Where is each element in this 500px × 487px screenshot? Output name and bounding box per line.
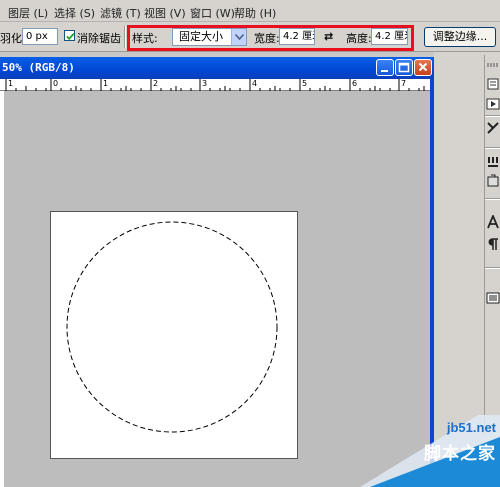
horizontal-ruler: 1 0 1 2 3 4 5 6 7 <box>0 79 434 91</box>
ruler-number: 4 <box>252 79 258 88</box>
ruler-number: 7 <box>401 79 407 88</box>
toolbar-separator <box>485 115 500 117</box>
layer-comps-icon[interactable] <box>486 291 500 305</box>
menu-help[interactable]: 帮助 (H) <box>234 5 276 21</box>
options-separator <box>124 26 126 48</box>
ruler-number: 1 <box>8 79 14 88</box>
ruler-number: 5 <box>302 79 308 88</box>
document-title: 50% (RGB/8) <box>2 61 75 74</box>
minimize-button[interactable] <box>376 59 394 76</box>
paragraph-panel-icon[interactable] <box>486 237 500 251</box>
document-titlebar[interactable]: 50% (RGB/8) <box>0 57 434 79</box>
circular-selection-marquee[interactable] <box>51 212 299 460</box>
menu-view[interactable]: 视图 (V) <box>144 5 186 21</box>
clone-source-icon[interactable] <box>486 174 500 188</box>
palette-grip-icon <box>486 58 500 72</box>
antialias-label: 消除锯齿 <box>77 32 121 45</box>
maximize-button[interactable] <box>395 59 413 76</box>
ruler-number: 6 <box>352 79 358 88</box>
refine-edge-button[interactable]: 调整边缘... <box>424 27 496 47</box>
menu-window[interactable]: 窗口 (W) <box>190 5 235 21</box>
site-watermark: jb51.net 脚本之家 <box>360 415 500 487</box>
ruler-ticks <box>5 79 425 91</box>
actions-play-icon[interactable] <box>486 97 500 111</box>
toolbar-separator <box>485 147 500 149</box>
tool-presets-icon[interactable] <box>486 121 500 135</box>
ruler-number: 2 <box>153 79 159 88</box>
history-brush-icon[interactable] <box>486 77 500 91</box>
checkmark-icon <box>66 33 75 41</box>
toolbar-separator <box>485 267 500 269</box>
ruler-number: 0 <box>53 79 59 88</box>
ruler-number: 1 <box>103 79 109 88</box>
ruler-number: 3 <box>202 79 208 88</box>
close-button[interactable] <box>414 59 432 76</box>
character-panel-icon[interactable] <box>486 213 500 229</box>
menu-layer[interactable]: 图层 (L) <box>8 5 48 21</box>
minimize-icon <box>381 70 388 72</box>
maximize-icon <box>398 62 410 73</box>
menu-select[interactable]: 选择 (S) <box>54 5 95 21</box>
watermark-site-name: 脚本之家 <box>424 444 496 464</box>
watermark-url: jb51.net <box>446 420 496 435</box>
menu-bar: 图层 (L) 选择 (S) 滤镜 (T) 视图 (V) 窗口 (W) 帮助 (H… <box>0 0 500 22</box>
palette-toolbar <box>484 55 500 435</box>
toolbar-separator <box>485 198 500 200</box>
feather-input[interactable]: 0 px <box>22 28 58 45</box>
close-icon <box>418 62 428 72</box>
menu-filter[interactable]: 滤镜 (T) <box>100 5 141 21</box>
highlight-annotation <box>127 25 414 51</box>
antialias-checkbox[interactable] <box>64 30 75 41</box>
image-canvas[interactable] <box>50 211 298 459</box>
brushes-icon[interactable] <box>486 155 500 169</box>
